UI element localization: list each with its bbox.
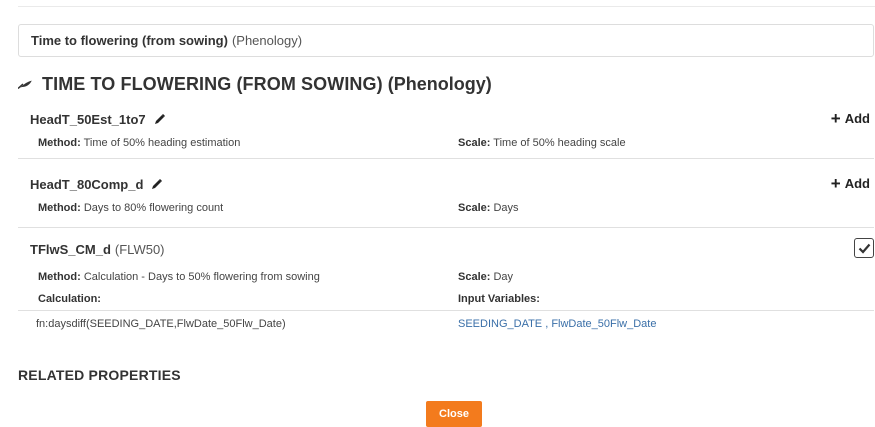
pencil-icon[interactable] bbox=[151, 178, 163, 190]
divider bbox=[18, 158, 874, 159]
trait-name: Time to flowering (from sowing) bbox=[31, 33, 228, 48]
scale-label: Scale: bbox=[458, 202, 491, 214]
method-value: Time of 50% heading estimation bbox=[83, 137, 241, 149]
input-variables-label: Input Variables: bbox=[458, 293, 540, 305]
calculation-formula: fn:daysdiff(SEEDING_DATE,FlwDate_50Flw_D… bbox=[36, 318, 286, 330]
plus-icon: + bbox=[830, 109, 841, 128]
section-title-main: TIME TO FLOWERING (FROM SOWING) bbox=[42, 73, 383, 94]
scale-label: Scale: bbox=[458, 137, 491, 149]
method-label: Method: bbox=[38, 137, 81, 149]
top-divider bbox=[18, 6, 875, 7]
variable-alias: (FLW50) bbox=[114, 241, 165, 257]
leaf-icon bbox=[17, 75, 42, 94]
variable-headt-50est: HeadT_50Est_1to7 + Add Method: Time of 5… bbox=[18, 106, 874, 159]
method-value: Days to 80% flowering count bbox=[83, 202, 224, 214]
add-button[interactable]: + Add bbox=[831, 175, 870, 192]
divider bbox=[18, 227, 874, 228]
scale-value: Day bbox=[493, 271, 514, 283]
close-button[interactable]: Close bbox=[426, 401, 482, 427]
scale-value: Days bbox=[493, 202, 519, 214]
variable-headt-80comp: HeadT_80Comp_d + Add Method: Days to 80%… bbox=[18, 171, 874, 228]
selected-checkbox[interactable] bbox=[854, 238, 874, 258]
section-title: TIME TO FLOWERING (FROM SOWING) (Phenolo… bbox=[17, 72, 492, 96]
plus-icon: + bbox=[830, 174, 841, 193]
pencil-icon[interactable] bbox=[154, 113, 166, 125]
trait-class: (Phenology) bbox=[231, 33, 303, 48]
section-title-sub: (Phenology) bbox=[387, 73, 492, 94]
add-button-label: Add bbox=[844, 111, 870, 126]
trait-header-box: Time to flowering (from sowing) (Phenolo… bbox=[18, 24, 874, 57]
scale-label: Scale: bbox=[458, 271, 491, 283]
add-button-label: Add bbox=[844, 176, 870, 191]
variable-name: TFlwS_CM_d bbox=[30, 241, 111, 257]
method-label: Method: bbox=[38, 271, 81, 283]
check-icon bbox=[858, 243, 870, 254]
variable-name: HeadT_50Est_1to7 bbox=[30, 111, 146, 127]
input-variables-links[interactable]: SEEDING_DATE , FlwDate_50Flw_Date bbox=[458, 318, 656, 330]
variable-tflws-cm: TFlwS_CM_d (FLW50) Method: Calculation -… bbox=[18, 236, 874, 337]
scale-value: Time of 50% heading scale bbox=[493, 137, 626, 149]
method-label: Method: bbox=[38, 202, 81, 214]
method-value: Calculation - Days to 50% flowering from… bbox=[83, 271, 320, 283]
add-button[interactable]: + Add bbox=[831, 110, 870, 127]
variable-name: HeadT_80Comp_d bbox=[30, 176, 144, 192]
related-properties-heading: RELATED PROPERTIES bbox=[18, 367, 181, 383]
calculation-label: Calculation: bbox=[38, 293, 101, 305]
